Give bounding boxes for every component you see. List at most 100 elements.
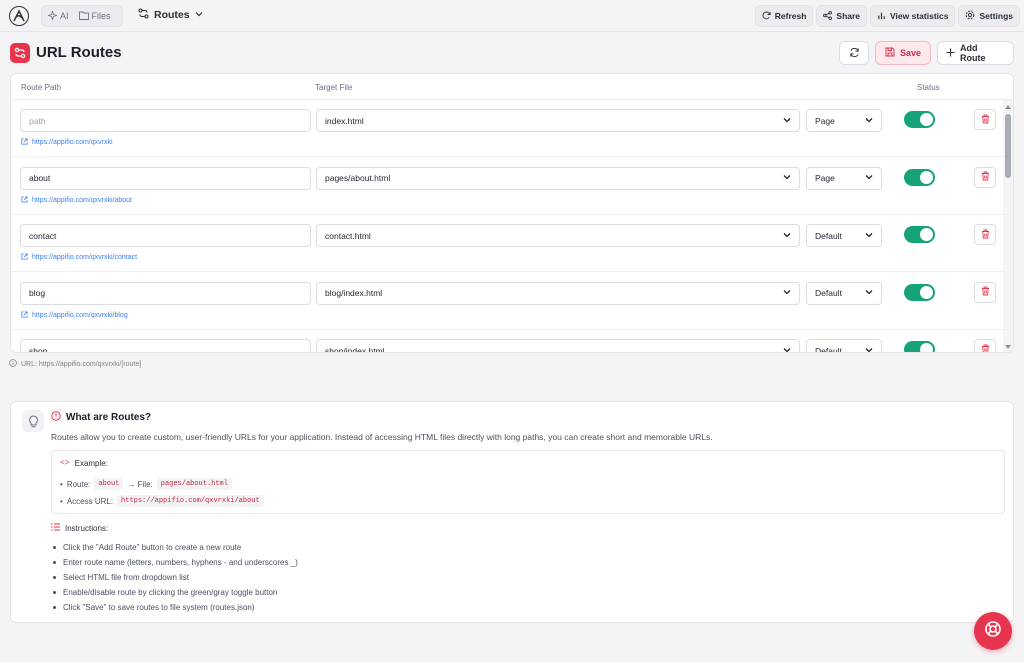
status-toggle[interactable] (904, 168, 935, 186)
table-scrollbar[interactable] (1003, 100, 1013, 352)
list-item: Click "Save" to save routes to file syst… (51, 600, 298, 615)
route-preview-link[interactable]: https://appifio.com/qxvrxki/blog (21, 310, 128, 320)
help-title: What are Routes? (51, 411, 151, 424)
example-box: <> Example: • Route: about → File: pages… (51, 450, 1005, 514)
bar-chart-icon (877, 11, 886, 22)
col-target-file: Target File (315, 83, 353, 92)
share-button[interactable]: Share (816, 5, 868, 27)
mode-switcher: AI Files (41, 5, 123, 27)
info-circle-icon (9, 359, 17, 369)
settings-button[interactable]: Settings (958, 5, 1020, 27)
target-file-select[interactable]: blog/index.html (316, 281, 800, 305)
instructions-label: Instructions: (65, 523, 109, 533)
route-type-value: Page (815, 173, 835, 183)
list-item: Enable/disable route by clicking the gre… (51, 585, 298, 600)
target-file-value: blog/index.html (325, 288, 383, 298)
route-preview-link[interactable]: https://appifio.com/qxvrxki (21, 138, 113, 147)
folder-icon (78, 11, 89, 22)
scroll-up-arrow-icon[interactable] (1005, 105, 1011, 109)
route-preview-url: https://appifio.com/qxvrxki/blog (32, 311, 128, 319)
app-logo-icon[interactable] (9, 6, 29, 26)
list-item: Enter route name (letters, numbers, hyph… (51, 555, 298, 570)
table-header: Route Path Target File Status (11, 74, 1013, 100)
status-toggle[interactable] (904, 226, 935, 243)
route-type-select[interactable]: Default (806, 224, 882, 247)
external-link-icon (21, 310, 28, 320)
route-type-select[interactable]: Default (806, 339, 882, 353)
route-type-value: Default (815, 345, 842, 353)
external-link-icon (21, 138, 28, 147)
top-bar: AI Files Routes Refresh Share View stati… (0, 0, 1024, 32)
target-file-value: index.html (325, 115, 364, 126)
breadcrumb-routes[interactable]: Routes (138, 8, 203, 22)
route-preview-url: https://appifio.com/qxvrxki/about (32, 196, 132, 204)
routes-icon (138, 8, 149, 22)
share-label: Share (836, 11, 861, 21)
add-route-button[interactable]: Add Route (937, 41, 1014, 65)
save-button[interactable]: Save (875, 41, 931, 65)
table-row: https://appifio.com/qxvrxki/blog blog/ind… (11, 273, 1005, 330)
route-type-select[interactable]: Page (806, 166, 882, 190)
reload-routes-button[interactable] (839, 41, 869, 65)
list-icon (51, 523, 60, 533)
chevron-down-icon (865, 288, 873, 298)
scroll-thumb[interactable] (1005, 114, 1011, 178)
status-toggle[interactable] (904, 341, 935, 352)
seg-files-label: Files (91, 11, 111, 21)
external-link-icon (21, 253, 28, 262)
trash-icon (981, 111, 990, 129)
save-label: Save (899, 48, 922, 58)
save-icon (885, 47, 895, 59)
view-statistics-button[interactable]: View statistics (870, 5, 956, 27)
help-lifebuoy-button[interactable] (974, 612, 1012, 650)
gear-icon (965, 10, 975, 22)
chevron-down-icon (865, 231, 873, 241)
route-path-input[interactable] (20, 166, 311, 190)
help-description: Routes allow you to create custom, user-… (51, 432, 713, 442)
url-pattern-text: URL: https://appifio.com/qxvrxki/[route] (21, 360, 142, 368)
view-statistics-label: View statistics (890, 11, 949, 21)
refresh-button[interactable]: Refresh (754, 5, 814, 27)
list-item: Select HTML file from dropdown list (51, 570, 298, 585)
route-preview-link[interactable]: https://appifio.com/qxvrxki/contact (21, 253, 137, 262)
target-file-value: contact.html (325, 230, 371, 241)
delete-route-button[interactable] (974, 339, 996, 352)
delete-route-button[interactable] (974, 109, 996, 130)
route-type-select[interactable]: Default (806, 281, 882, 305)
lightbulb-icon (22, 410, 44, 432)
code-icon: <> (60, 459, 70, 468)
route-path-input[interactable] (20, 224, 311, 247)
route-path-input[interactable] (20, 339, 311, 352)
route-type-select[interactable]: Page (806, 109, 882, 132)
route-path-input[interactable] (20, 109, 311, 132)
target-file-select[interactable]: index.html (316, 109, 800, 132)
route-preview-url: https://appifio.com/qxvrxki/contact (32, 254, 138, 261)
chevron-down-icon (865, 346, 873, 353)
seg-files[interactable]: Files (78, 11, 111, 22)
example-label: Example: (74, 459, 108, 468)
chevron-down-icon (783, 288, 791, 298)
example-route-line: • Route: about → File: pages/about.html (60, 478, 232, 490)
route-type-value: Default (815, 288, 842, 298)
route-type-value: Page (815, 115, 835, 126)
seg-ai[interactable]: AI (47, 10, 69, 22)
delete-route-button[interactable] (974, 166, 996, 188)
target-file-select[interactable]: pages/about.html (316, 166, 800, 190)
scroll-down-arrow-icon[interactable] (1005, 345, 1011, 349)
file-example-code: pages/about.html (156, 478, 232, 490)
delete-route-button[interactable] (974, 281, 996, 303)
delete-route-button[interactable] (974, 224, 996, 245)
target-file-select[interactable]: shop/index.html (316, 339, 800, 353)
chevron-down-icon (865, 116, 873, 126)
table-row: https://appifio.com/qxvrxki/contact conta… (11, 215, 1005, 272)
route-preview-link[interactable]: https://appifio.com/qxvrxki/about (21, 195, 132, 205)
status-toggle[interactable] (904, 111, 935, 128)
sparkle-icon (47, 10, 58, 22)
trash-icon (981, 168, 990, 186)
target-file-select[interactable]: contact.html (316, 224, 800, 247)
instructions-heading: Instructions: (51, 523, 108, 533)
target-file-value: shop/index.html (325, 345, 385, 353)
status-toggle[interactable] (904, 283, 935, 301)
route-path-input[interactable] (20, 281, 311, 305)
help-title-text: What are Routes? (66, 412, 152, 423)
